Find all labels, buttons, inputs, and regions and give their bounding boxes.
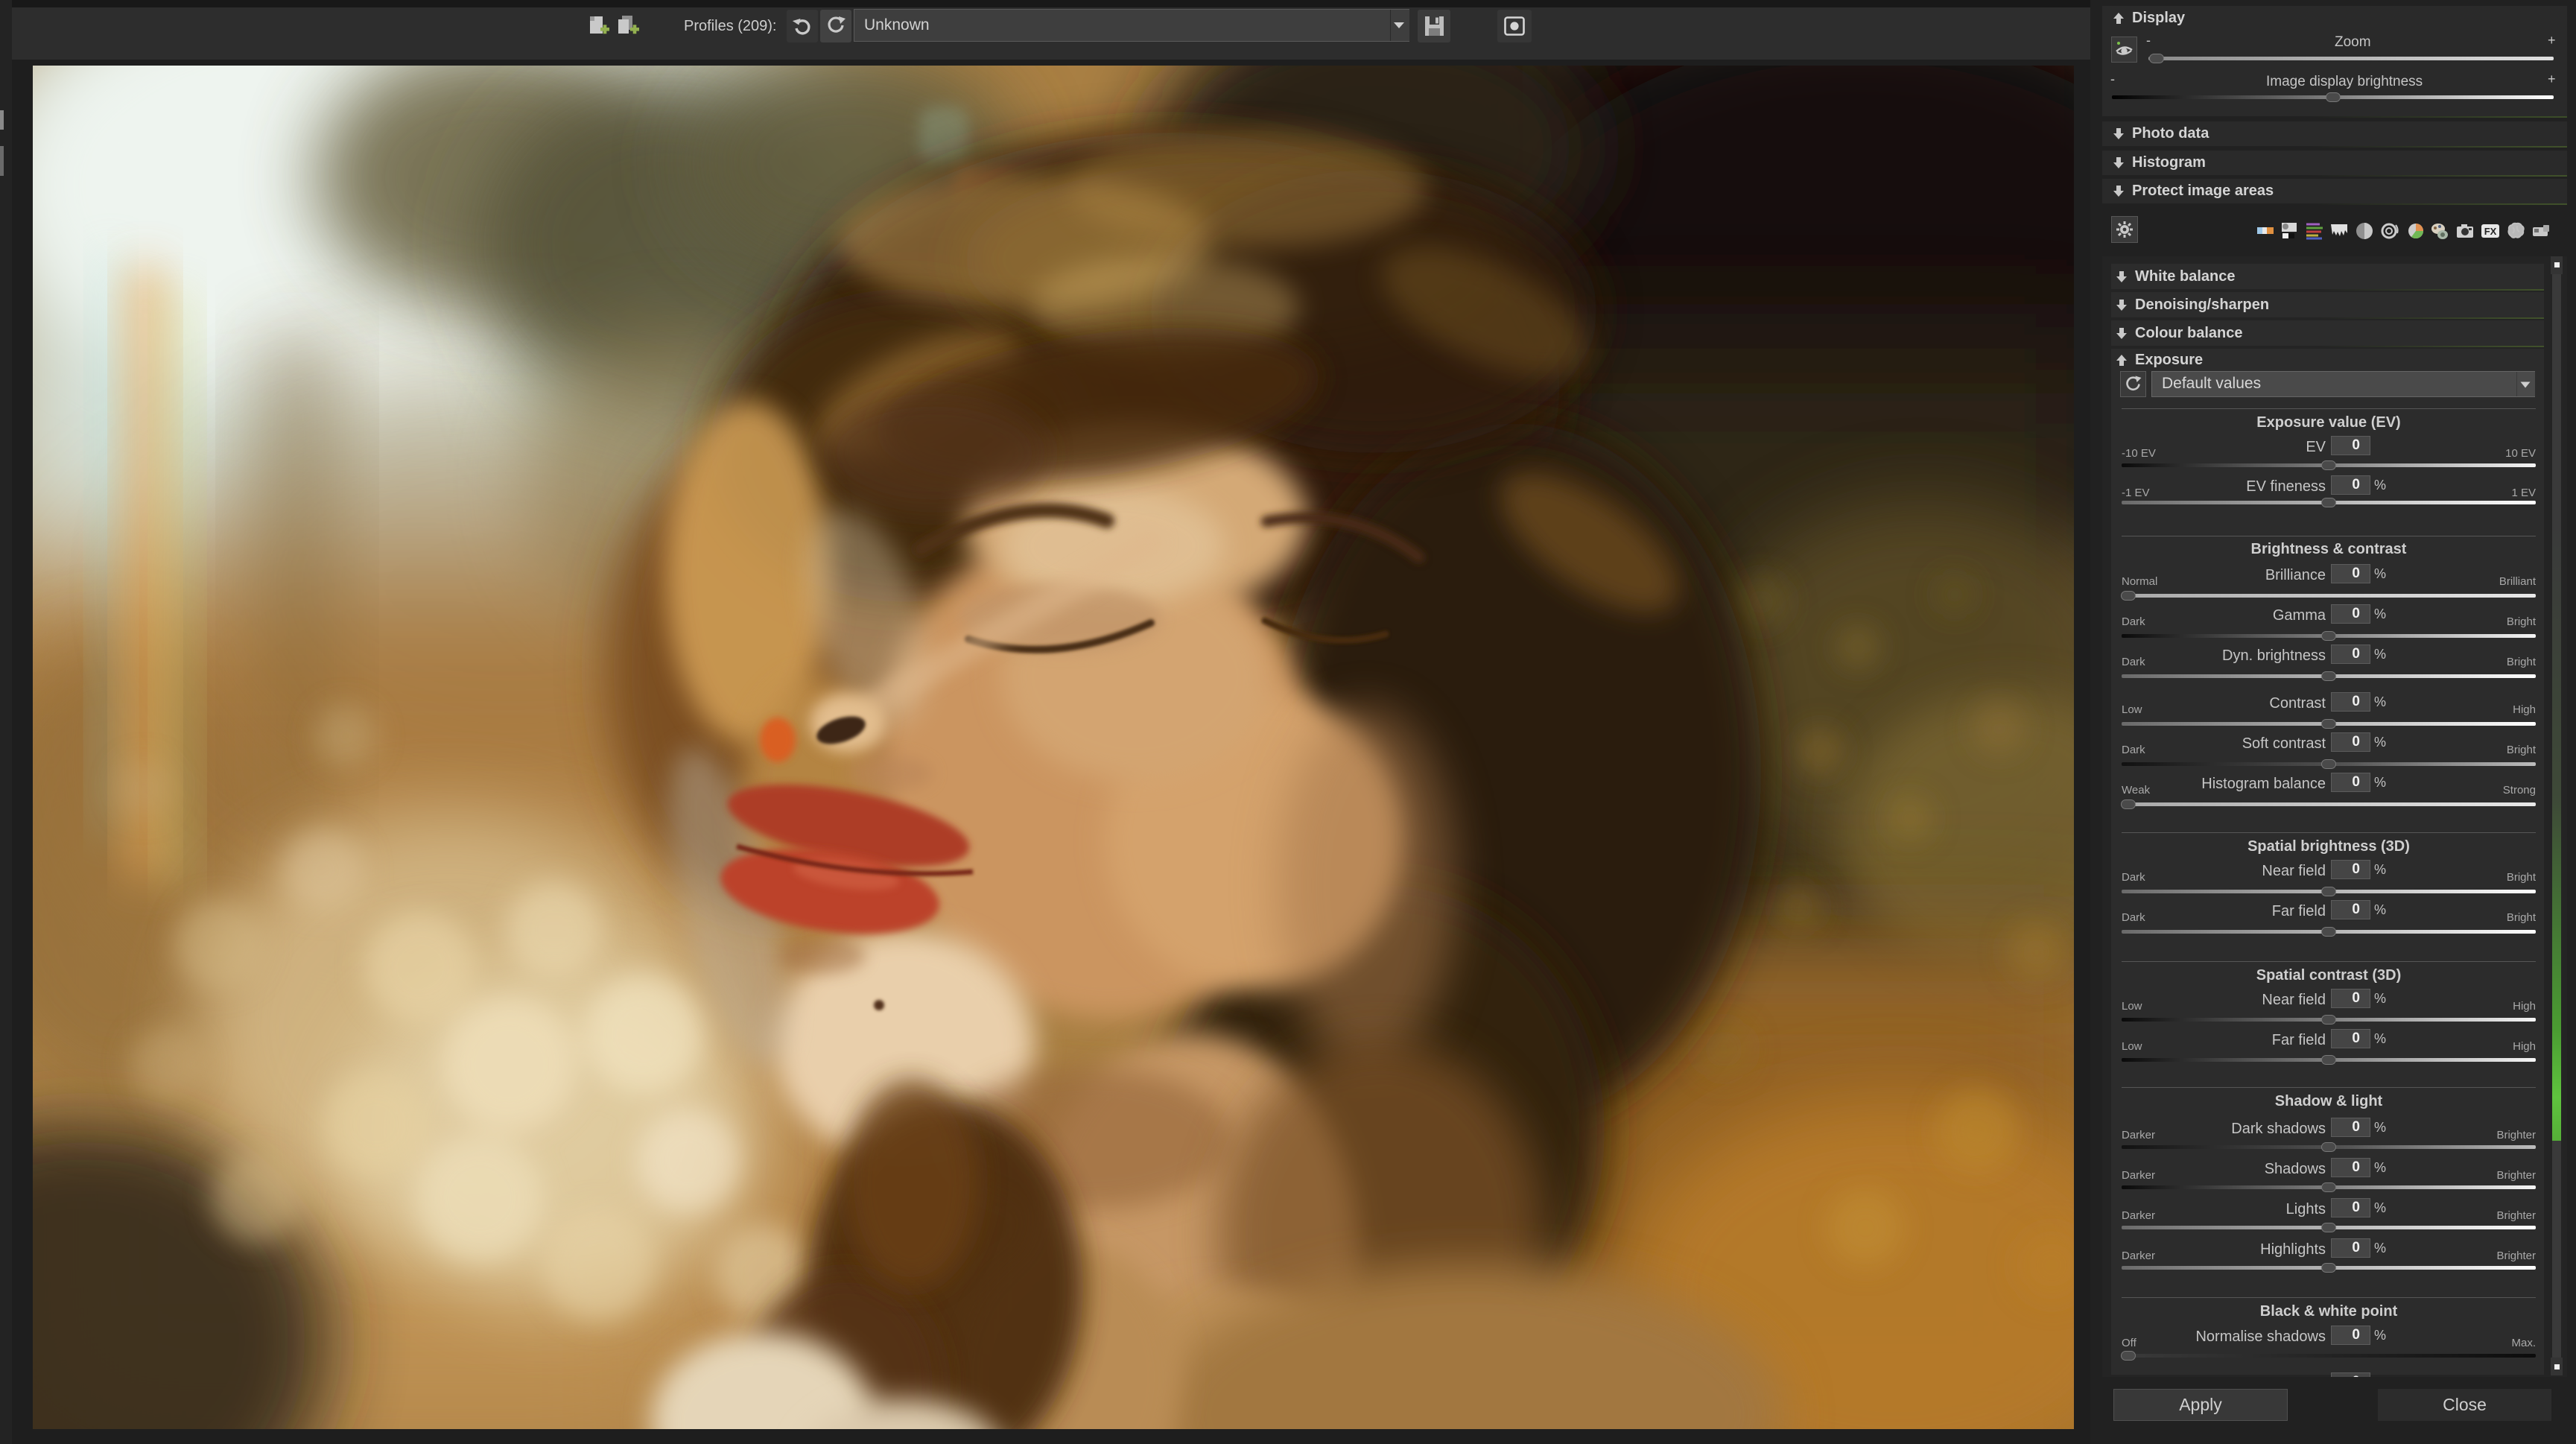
svg-text:FX: FX bbox=[2484, 226, 2497, 237]
